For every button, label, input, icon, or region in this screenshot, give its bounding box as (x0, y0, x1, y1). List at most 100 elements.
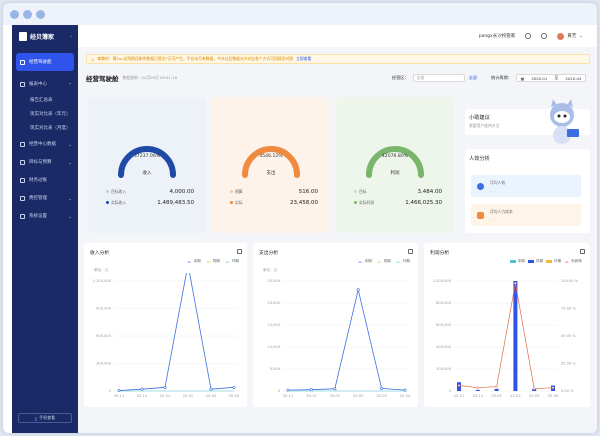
data-point (380, 386, 384, 390)
data-point (209, 387, 213, 391)
profit-chart-card: 利润分析 本期 同期 环期 -o- 利润率 0 200,000 400,000 600,… (424, 243, 590, 407)
sidebar-item-expense[interactable]: 费控管理 ⌄ (12, 189, 78, 207)
chevron-down-icon: ⌄ (68, 159, 72, 165)
company-name[interactable]: pangx长沙校管家 (479, 33, 516, 39)
hr-item-value: - (490, 187, 492, 193)
profit-bar-chart: 0 200,000 400,000 600,000 800,000 1,000,000 0.… (433, 279, 579, 398)
user-menu[interactable]: 黄芳 ⌄ (557, 32, 583, 40)
sidebar: 经贝簿家 ‹ 经营驾驶舱 报表中心 ⌃ 报告汇总表 现实对比表（年元） 现实对比表… (12, 25, 78, 433)
gauge-card-income: 37237.06% 收入 目标收入 4,000.00 实际收入 1,489,483.… (88, 97, 206, 233)
chart-legend: 本期 同期 环期 -o- 利润率 (509, 259, 582, 264)
gauge-card-expense: 4546.12% 支出 预算 516.00 实际 23,458.00 (212, 97, 330, 233)
page-title: 经营驾驶舱 (86, 75, 119, 83)
data-point (356, 288, 360, 292)
rate-point (457, 384, 461, 387)
filter-label: 经营区： (391, 75, 409, 80)
gauge-row: 实际收入 1,489,483.50 (106, 200, 194, 206)
tips-title: 小助建议 (469, 115, 490, 121)
gauge-row-value: 1,466,025.30 (405, 200, 442, 206)
sidebar-item-label: 费控管理 (29, 196, 47, 201)
gauge-row-label: 实际 (235, 200, 243, 205)
x-tick-label: 20-01 (160, 394, 170, 398)
date-separator: 至 (554, 75, 559, 80)
chevron-down-icon: ⌄ (579, 33, 583, 39)
sidebar-item-label: 目标与预算 (29, 160, 52, 165)
sidebar-item-settings[interactable]: 系统设置 ⌄ (12, 207, 78, 225)
gauge-row-value: 23,458.00 (290, 200, 318, 206)
gauge-row-label: 实际收入 (111, 200, 127, 205)
legend-item[interactable]: -o- 同期 (377, 259, 391, 264)
bell-icon[interactable] (525, 33, 532, 39)
window-dot[interactable] (36, 10, 45, 19)
sidebar-subitem-yearly[interactable]: 现实对比表（年元） (12, 107, 78, 121)
gauge-percentage: 4546.12% (259, 154, 283, 159)
sidebar-subitem-summary[interactable]: 报告汇总表 (12, 93, 78, 107)
window-titlebar (3, 3, 597, 25)
y-tick-label: 20,000 (267, 301, 280, 305)
y-tick-label: 900,000 (96, 307, 112, 311)
legend-label: 同期 (383, 259, 391, 263)
y-tick-label: 10,000 (267, 345, 280, 349)
all-link[interactable]: 全部 (469, 75, 477, 81)
x-tick-label: 20-04 (548, 394, 559, 398)
legend-item[interactable]: -o- 环期 (225, 259, 239, 264)
legend-item[interactable]: 同期 (527, 259, 543, 264)
gauge-title: 利润 (390, 171, 400, 176)
app-window: 经贝簿家 ‹ 经营驾驶舱 报表中心 ⌃ 报告汇总表 现实对比表（年元） 现实对比表… (3, 3, 597, 433)
sidebar-item-center-data[interactable]: 经营中心数据 ⌄ (12, 135, 78, 153)
chevron-down-icon: ⌄ (68, 213, 72, 219)
y-tick-label: 0 (109, 389, 112, 393)
data-point (232, 385, 236, 389)
y-tick-label: 0 (278, 389, 281, 393)
sidebar-item-posting[interactable]: 财务过账 (12, 171, 78, 189)
mobile-view-button[interactable]: ▯ 手机查看 (18, 413, 72, 423)
region-select[interactable]: 全部 (412, 74, 465, 82)
chart-title: 利润分析 (430, 251, 450, 256)
sidebar-item-budget[interactable]: 目标与预算 ⌄ (12, 153, 78, 171)
gauge-row-value: 3,484.00 (417, 189, 443, 195)
y-tick-label: 200,000 (436, 367, 452, 371)
hr-title: 人效分析 (469, 156, 490, 162)
y2-tick-label: 100.00 % (561, 279, 579, 283)
legend-item[interactable]: -o- 环期 (396, 259, 410, 264)
legend-item[interactable]: -o- 本期 (187, 259, 201, 264)
data-point (117, 389, 121, 393)
sidebar-subitem-monthly[interactable]: 现实对比表（月度） (12, 121, 78, 135)
notice-link[interactable]: 立即查看 (296, 56, 311, 62)
ledger-icon (20, 177, 25, 183)
legend-item[interactable]: -o- 本期 (358, 259, 372, 264)
mobile-view-label: 手机查看 (39, 415, 56, 420)
legend-item[interactable]: 环期 (546, 259, 561, 264)
window-dot[interactable] (23, 10, 32, 19)
collapse-icon[interactable]: ‹ (70, 34, 72, 40)
user-name: 黄芳 (567, 34, 577, 39)
notice-text: 尊敬的：黄Sun试用期还剩余数据已提交7天可产生，平台本月有数据，今年过后数据允… (97, 56, 294, 61)
sidebar-item-label: 系统设置 (29, 214, 47, 219)
x-tick-label: 20-12 (137, 394, 147, 398)
page-header: 经营驾驶舱 数据更新：04月09日 09:51:18 经营区： 全部 全部 统计… (86, 70, 590, 86)
chart-legend: -o- 本期 -o- 同期 -o- 环期 (187, 259, 239, 264)
legend-label: 本期 (193, 259, 201, 263)
legend-item[interactable]: 本期 (509, 259, 525, 264)
period-label: 统计周期： (491, 75, 512, 80)
rate-point (551, 386, 555, 389)
expand-icon[interactable] (580, 249, 585, 254)
help-icon[interactable] (541, 33, 548, 39)
legend-item[interactable]: -o- 同期 (206, 259, 220, 264)
y-tick-label: 600,000 (436, 323, 452, 327)
y-tick-label: 1,000,000 (433, 279, 452, 283)
window-dot[interactable] (10, 10, 19, 19)
rate-point (495, 385, 498, 388)
sidebar-item-dashboard[interactable]: 经营驾驶舱 (16, 53, 74, 71)
series-line (118, 273, 235, 391)
date-range-picker[interactable]: ▦ 2020-01 至 2020-04 (516, 74, 586, 82)
sidebar-item-reports[interactable]: 报表中心 ⌃ (12, 75, 78, 93)
x-tick-label: 20-11 (454, 394, 464, 398)
data-point (333, 387, 337, 391)
x-tick-label: 20-03 (206, 394, 216, 398)
legend-item[interactable]: -o- 利润率 (564, 259, 582, 264)
expand-icon[interactable] (237, 249, 242, 254)
gauge-row-value: 516.00 (298, 189, 318, 195)
expand-icon[interactable] (408, 249, 413, 254)
data-icon (20, 141, 25, 147)
